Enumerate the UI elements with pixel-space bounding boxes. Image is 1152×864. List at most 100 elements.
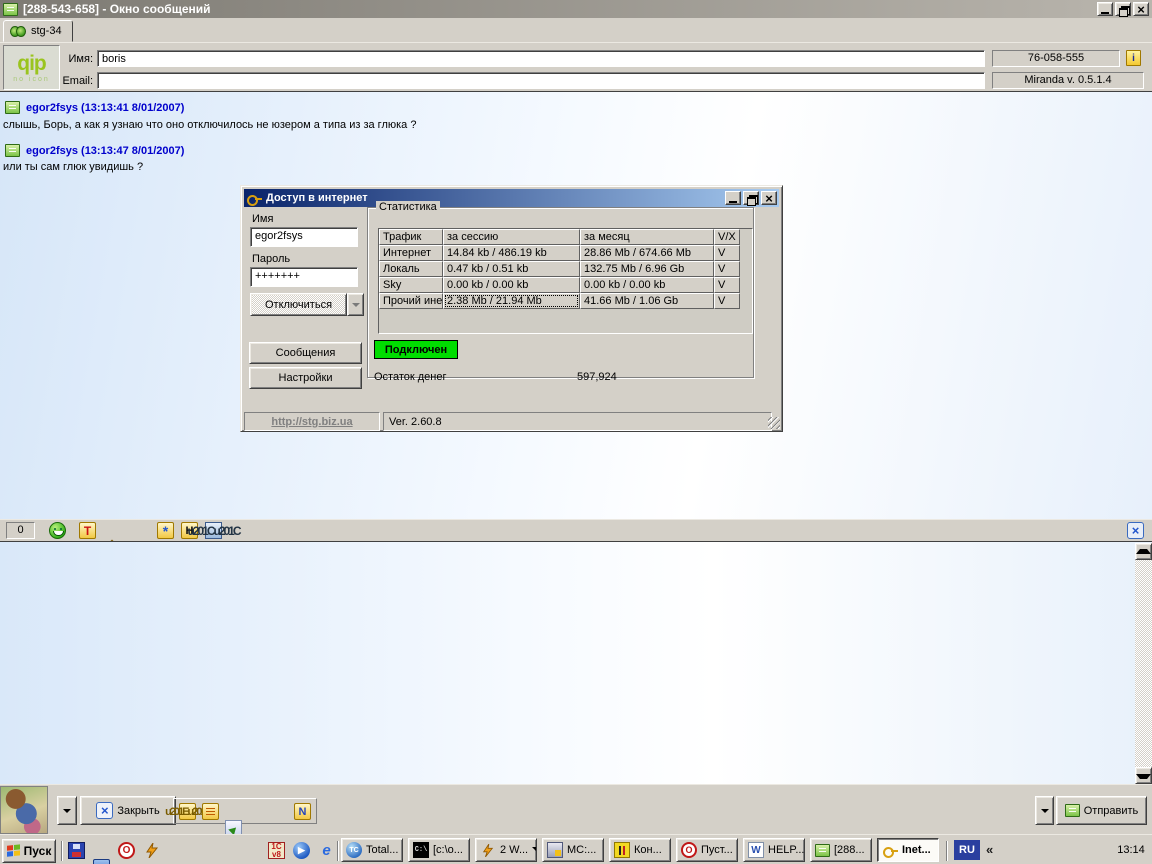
message-header: egor2fsys (13:13:47 8/01/2007) bbox=[26, 145, 184, 157]
stg-link[interactable]: http://stg.biz.ua bbox=[271, 416, 352, 428]
col-header[interactable]: V/X bbox=[714, 229, 740, 245]
status-value[interactable]: V bbox=[714, 277, 740, 293]
col-header[interactable]: за месяц bbox=[580, 229, 714, 245]
taskbar-button-total-commander[interactable]: TC Total... bbox=[341, 838, 403, 862]
templates-icon[interactable] bbox=[202, 803, 219, 820]
tab-stg-34[interactable]: stg-34 bbox=[3, 20, 73, 42]
messages-button[interactable]: Сообщения bbox=[249, 342, 362, 364]
info-icon[interactable] bbox=[1126, 50, 1141, 66]
settings-button[interactable]: Настройки bbox=[249, 367, 362, 389]
message-input[interactable] bbox=[0, 541, 1152, 784]
key-icon bbox=[882, 842, 898, 858]
quicklaunch-media-player-icon[interactable]: ▶ bbox=[293, 842, 310, 859]
col-header[interactable]: Трафик bbox=[379, 229, 443, 245]
qip-logo-text: qip bbox=[17, 53, 46, 74]
scroll-up-icon[interactable] bbox=[1135, 543, 1152, 560]
quicklaunch-winamp-icon[interactable] bbox=[143, 842, 160, 859]
quicklaunch-opera-icon[interactable]: O bbox=[118, 842, 135, 859]
charmap-icon bbox=[614, 842, 630, 858]
quote-icon[interactable] bbox=[205, 522, 222, 539]
taskbar-button-inet-active[interactable]: Inet... bbox=[877, 838, 939, 862]
row-name[interactable]: Локаль bbox=[379, 261, 443, 277]
col-header[interactable]: за сессию bbox=[443, 229, 580, 245]
login-label: Имя bbox=[252, 213, 273, 226]
taskbar-button-288[interactable]: [288... bbox=[810, 838, 872, 862]
avatar[interactable] bbox=[0, 786, 48, 834]
client-version-field: Miranda v. 0.5.1.4 bbox=[992, 72, 1144, 89]
password-label: Пароль bbox=[252, 253, 290, 266]
dialog-title: Доступ в интернет bbox=[266, 192, 368, 204]
row-name[interactable]: Sky bbox=[379, 277, 443, 293]
scroll-down-icon[interactable] bbox=[1135, 767, 1152, 784]
message-window-icon bbox=[815, 844, 830, 857]
word-document-icon: W bbox=[748, 842, 764, 858]
statistics-group-title: Статистика bbox=[376, 201, 440, 213]
close-tab-icon[interactable] bbox=[1127, 522, 1144, 539]
opera-icon: O bbox=[681, 842, 697, 858]
tab-label: stg-34 bbox=[31, 25, 62, 37]
taskbar-button-mc[interactable]: MC:... bbox=[542, 838, 604, 862]
row-name[interactable]: Прочий инет bbox=[379, 293, 443, 309]
message-icon bbox=[5, 101, 20, 114]
send-button[interactable]: Отправить bbox=[1056, 796, 1147, 825]
message-text: слышь, Борь, а как я узнаю что оно отклю… bbox=[3, 119, 416, 131]
quicklaunch-mail-icon[interactable] bbox=[93, 859, 110, 864]
status-value[interactable]: V bbox=[714, 293, 740, 309]
taskbar-button-kon[interactable]: Кон... bbox=[609, 838, 671, 862]
month-value[interactable]: 132.75 Mb / 6.96 Gb bbox=[580, 261, 714, 277]
session-value-focused[interactable]: 2.38 Mb / 21.94 Mb bbox=[443, 293, 580, 309]
quicklaunch-save-icon[interactable] bbox=[68, 842, 85, 859]
status-value[interactable]: V bbox=[714, 261, 740, 277]
taskbar-clock[interactable]: 13:14 bbox=[1113, 844, 1149, 856]
taskbar-button-pust[interactable]: O Пуст... bbox=[676, 838, 738, 862]
session-value[interactable]: 0.47 kb / 0.51 kb bbox=[443, 261, 580, 277]
taskbar-button-help[interactable]: W HELP... bbox=[743, 838, 805, 862]
close-icon[interactable] bbox=[1133, 2, 1149, 16]
start-button[interactable]: Пуск bbox=[2, 839, 56, 863]
resize-grip[interactable] bbox=[768, 417, 780, 429]
dialog-minimize-icon[interactable] bbox=[725, 191, 741, 205]
text-color-icon[interactable]: T bbox=[79, 522, 96, 539]
quicklaunch-1c-icon[interactable]: 1Cv8 bbox=[268, 842, 285, 859]
winamp-icon bbox=[480, 842, 496, 858]
dialog-titlebar[interactable]: Доступ в интернет bbox=[244, 189, 779, 207]
session-value[interactable]: 0.00 kb / 0.00 kb bbox=[443, 277, 580, 293]
tray-collapse-icon[interactable]: « bbox=[986, 842, 993, 857]
name-field[interactable]: boris bbox=[97, 50, 985, 67]
disconnect-button[interactable]: Отключиться bbox=[250, 293, 347, 316]
window-titlebar[interactable]: [288-543-658] - Окно сообщений bbox=[0, 0, 1152, 18]
name-label: Имя: bbox=[58, 51, 93, 68]
qip-logo-subtext: no icon bbox=[13, 76, 50, 83]
dialog-restore-icon[interactable] bbox=[743, 191, 759, 205]
month-value[interactable]: 28.86 Mb / 674.66 Mb bbox=[580, 245, 714, 261]
send-options-dropdown[interactable] bbox=[1035, 796, 1054, 825]
status-value[interactable]: V bbox=[714, 245, 740, 261]
total-commander-icon: TC bbox=[346, 842, 362, 858]
scrollbar[interactable] bbox=[1135, 543, 1152, 784]
month-value[interactable]: 0.00 kb / 0.00 kb bbox=[580, 277, 714, 293]
separator bbox=[946, 841, 948, 861]
quote-reply-icon[interactable] bbox=[179, 803, 196, 820]
taskbar-button-winamp-group[interactable]: 2 W... bbox=[475, 838, 537, 862]
month-value[interactable]: 41.66 Mb / 1.06 Gb bbox=[580, 293, 714, 309]
email-field[interactable] bbox=[97, 72, 985, 89]
close-button[interactable]: Закрыть bbox=[80, 796, 176, 825]
login-input[interactable]: egor2fsys bbox=[250, 227, 358, 247]
close-options-dropdown[interactable] bbox=[57, 796, 77, 825]
disconnect-dropdown-button[interactable] bbox=[347, 293, 364, 316]
restore-icon[interactable] bbox=[1115, 2, 1131, 16]
session-value[interactable]: 14.84 kb / 486.19 kb bbox=[443, 245, 580, 261]
snowflake-icon[interactable]: * bbox=[157, 522, 174, 539]
message-header: egor2fsys (13:13:41 8/01/2007) bbox=[26, 102, 184, 114]
screen: [288-543-658] - Окно сообщений stg-34 qi… bbox=[0, 0, 1152, 864]
taskbar-button-cmd[interactable]: C:\ [c:\o... bbox=[408, 838, 470, 862]
quicklaunch-ie-icon[interactable]: e bbox=[318, 842, 335, 859]
row-name[interactable]: Интернет bbox=[379, 245, 443, 261]
language-indicator[interactable]: RU bbox=[954, 840, 980, 860]
smiley-icon[interactable] bbox=[49, 522, 66, 539]
password-input[interactable]: +++++++ bbox=[250, 267, 358, 287]
notes-icon[interactable]: N bbox=[294, 803, 311, 820]
group-dropdown-icon bbox=[532, 843, 537, 858]
dialog-close-icon[interactable] bbox=[761, 191, 777, 205]
minimize-icon[interactable] bbox=[1097, 2, 1113, 16]
